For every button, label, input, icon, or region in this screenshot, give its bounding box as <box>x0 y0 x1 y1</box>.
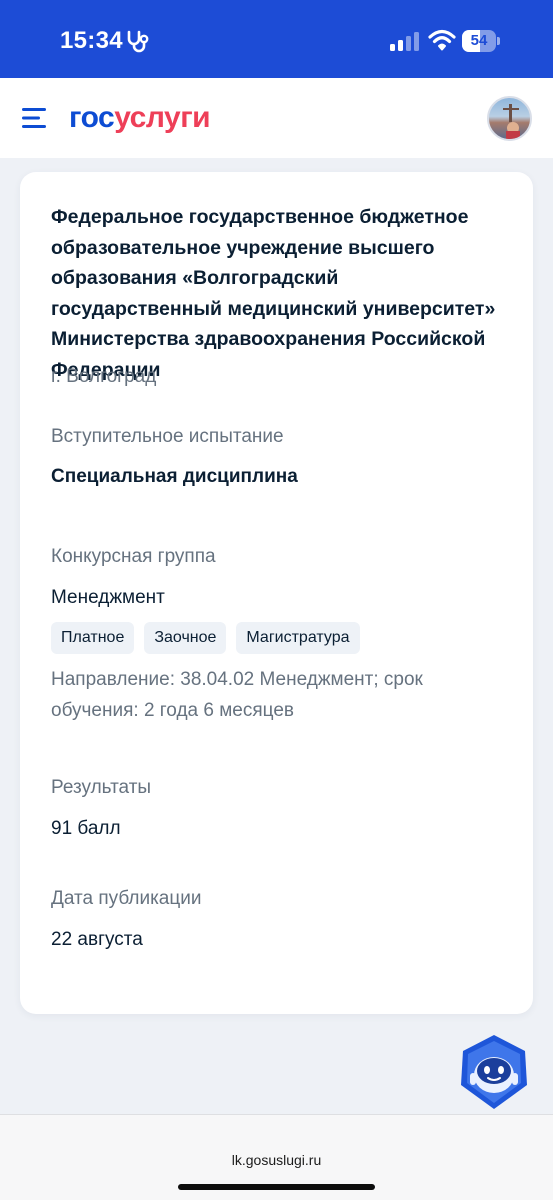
direction-info: Направление: 38.04.02 Менеджмент; срок о… <box>51 669 423 721</box>
tag-level: Магистратура <box>236 622 360 654</box>
publication-date-value: 22 августа <box>51 929 143 950</box>
publication-date-label: Дата публикации <box>51 888 202 909</box>
url-text[interactable]: lk.gosuslugi.ru <box>0 1152 553 1168</box>
browser-bar: lk.gosuslugi.ru <box>0 1114 553 1200</box>
results-label: Результаты <box>51 777 152 798</box>
logo-part-uslugi: услуги <box>114 101 211 134</box>
app-header: госуслуги <box>0 78 553 158</box>
exam-label: Вступительное испытание <box>51 426 284 447</box>
robot-assistant-icon[interactable] <box>457 1033 531 1111</box>
battery-level: 54 <box>470 32 488 49</box>
stethoscope-icon <box>127 30 149 53</box>
menu-icon[interactable] <box>22 107 48 129</box>
battery-icon: 54 <box>462 30 500 52</box>
competition-group-value: Менеджмент <box>51 587 165 608</box>
wifi-icon <box>428 29 456 51</box>
signal-icon <box>390 32 419 51</box>
institution-name: Федеральное государственное бюджетное об… <box>51 206 496 381</box>
results-value: 91 балл <box>51 818 121 839</box>
tag-list: Платное Заочное Магистратура <box>51 622 360 654</box>
status-bar: 15:34 54 <box>0 0 553 78</box>
status-time: 15:34 <box>60 27 123 54</box>
exam-value: Специальная дисциплина <box>51 466 298 487</box>
institution-city: г. Волгоград <box>51 366 157 387</box>
gosuslugi-logo[interactable]: госуслуги <box>69 98 211 138</box>
logo-part-gos: гос <box>69 101 115 134</box>
application-card: Федеральное государственное бюджетное об… <box>20 172 533 1014</box>
avatar[interactable] <box>487 96 532 141</box>
tag-study-form: Заочное <box>144 622 227 654</box>
home-indicator[interactable] <box>178 1184 375 1190</box>
tag-payment: Платное <box>51 622 135 654</box>
competition-group-label: Конкурсная группа <box>51 546 216 567</box>
